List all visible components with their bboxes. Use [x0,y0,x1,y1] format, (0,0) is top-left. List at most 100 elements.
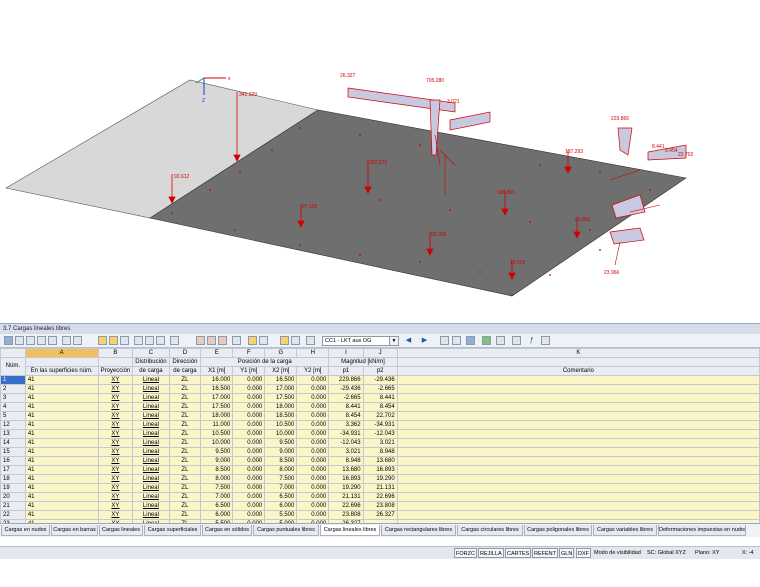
cell-d[interactable]: ZL [168,510,202,520]
cell-g[interactable]: 18.000 [264,402,298,412]
cell-e[interactable]: 6.500 [200,501,234,511]
cell-d[interactable]: ZL [168,465,202,475]
cell-c[interactable]: Lineal [132,402,170,412]
cell-c[interactable]: Lineal [132,438,170,448]
cell-i[interactable]: 23.808 [328,510,364,520]
cell-d[interactable]: ZL [168,456,202,466]
cell-i[interactable]: 22.696 [328,501,364,511]
cell-h[interactable]: 0.000 [296,483,330,493]
view-icon[interactable] [232,336,241,345]
cell-c[interactable]: Lineal [132,393,170,403]
sort-icon[interactable] [134,336,143,345]
cell-c[interactable]: Lineal [132,474,170,484]
cell-f[interactable]: 0.000 [232,483,266,493]
cell-b[interactable]: XY [97,429,134,439]
cell-h[interactable]: 0.000 [296,456,330,466]
cell-h[interactable]: 0.000 [296,465,330,475]
cell-c[interactable]: Lineal [132,501,170,511]
cell-c[interactable]: Lineal [132,492,170,502]
cell-e[interactable]: 17.500 [200,402,234,412]
cell-j[interactable]: 13.680 [362,456,398,466]
insert-row-icon[interactable] [62,336,71,345]
cell-comment[interactable] [396,438,760,448]
previous-icon[interactable]: ◀ [404,336,413,345]
tab-11[interactable]: Deformaciones impuestas en nudos [658,525,746,536]
cell-f[interactable]: 0.000 [232,510,266,520]
cell-comment[interactable] [396,501,760,511]
tab-1[interactable]: Cargas en barras [51,525,98,536]
cell-f[interactable]: 0.000 [232,429,266,439]
cell-h[interactable]: 0.000 [296,429,330,439]
cell-g[interactable]: 8.500 [264,456,298,466]
cell-c[interactable]: Lineal [132,456,170,466]
function-icon[interactable]: ƒ [527,336,536,345]
cell-f[interactable]: 0.000 [232,402,266,412]
cell-i[interactable]: -2.665 [328,393,364,403]
cell-f[interactable]: 0.000 [232,474,266,484]
col-letter[interactable]: B [97,348,134,358]
cell-a[interactable]: 41 [24,465,99,475]
cell-g[interactable]: 8.000 [264,465,298,475]
cell-j[interactable]: -29.436 [362,375,398,385]
col-letter[interactable]: G [264,348,298,358]
color-icon[interactable] [248,336,257,345]
col-letter[interactable]: I [328,348,364,358]
cell-d[interactable]: ZL [168,483,202,493]
table-row[interactable]: 5 41 XY Lineal ZL 18.000 0.000 18.500 0.000 8.454… [0,411,760,421]
cell-h[interactable]: 0.000 [296,384,330,394]
cell-f[interactable]: 0.000 [232,384,266,394]
col-letter[interactable]: C [132,348,170,358]
column-icon[interactable] [170,336,179,345]
table-icon[interactable] [4,336,13,345]
cell-f[interactable]: 0.000 [232,492,266,502]
cell-g[interactable]: 6.000 [264,501,298,511]
cell-d[interactable]: ZL [168,420,202,430]
row-number[interactable]: 16 [0,456,26,466]
cell-i[interactable]: 3.362 [328,420,364,430]
cell-c[interactable]: Lineal [132,420,170,430]
cell-a[interactable]: 41 [24,384,99,394]
table-edit-icon[interactable] [15,336,24,345]
cell-d[interactable]: ZL [168,429,202,439]
row-number[interactable]: 15 [0,447,26,457]
select-icon[interactable] [156,336,165,345]
cell-h[interactable]: 0.000 [296,375,330,385]
cell-f[interactable]: 0.000 [232,420,266,430]
cell-j[interactable]: -12.043 [362,429,398,439]
cell-b[interactable]: XY [97,447,134,457]
col-letter[interactable]: A [24,348,99,358]
row-number[interactable]: 18 [0,474,26,484]
cell-comment[interactable] [396,420,760,430]
cell-e[interactable]: 10.000 [200,438,234,448]
cell-f[interactable]: 0.000 [232,465,266,475]
cell-f[interactable]: 0.000 [232,375,266,385]
row-number[interactable]: 17 [0,465,26,475]
cell-comment[interactable] [396,447,760,457]
cell-comment[interactable] [396,384,760,394]
cell-g[interactable]: 10.000 [264,429,298,439]
cell-c[interactable]: Lineal [132,411,170,421]
cell-e[interactable]: 7.000 [200,492,234,502]
row-number[interactable]: 5 [0,411,26,421]
chart-icon[interactable] [512,336,521,345]
cell-g[interactable]: 9.500 [264,438,298,448]
cell-c[interactable]: Lineal [132,510,170,520]
cell-a[interactable]: 41 [24,501,99,511]
cell-i[interactable]: 13.680 [328,465,364,475]
cell-d[interactable]: ZL [168,411,202,421]
cell-h[interactable]: 0.000 [296,492,330,502]
tools-icon[interactable] [541,336,550,345]
cell-f[interactable]: 0.000 [232,411,266,421]
cell-comment[interactable] [396,393,760,403]
cell-comment[interactable] [396,483,760,493]
cell-a[interactable]: 41 [24,474,99,484]
cell-b[interactable]: XY [97,483,134,493]
cell-d[interactable]: ZL [168,501,202,511]
cell-a[interactable]: 41 [24,420,99,430]
cell-g[interactable]: 5.500 [264,510,298,520]
tab-4[interactable]: Cargas en sólidos [202,525,252,536]
cell-g[interactable]: 6.500 [264,492,298,502]
cell-e[interactable]: 10.500 [200,429,234,439]
clear-icon[interactable] [218,336,227,345]
status-rejilla-button[interactable]: REJILLA [478,548,504,558]
